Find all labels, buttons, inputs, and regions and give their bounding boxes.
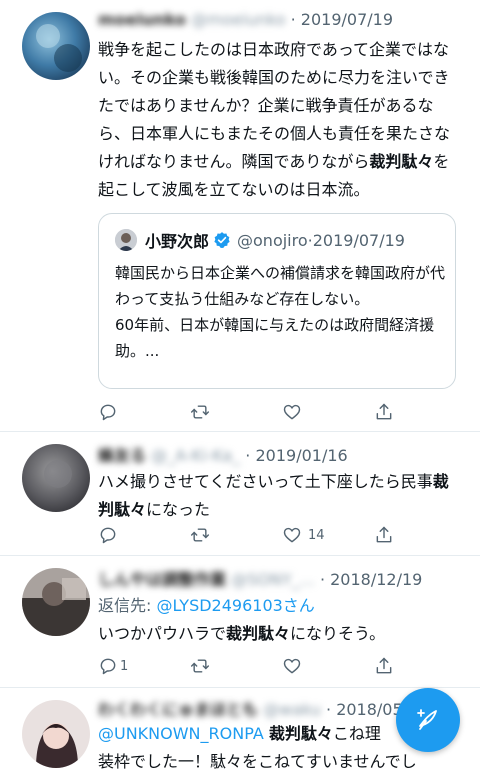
highlight-term: 裁判駄々: [369, 152, 434, 171]
tweet-date[interactable]: 2019/01/16: [255, 446, 347, 465]
tweet-header: moeiunko @moeiunko · 2019/07/19: [98, 10, 393, 29]
like-button[interactable]: [282, 654, 308, 678]
highlight-term: 裁判駄々: [268, 724, 333, 743]
tweet-header: わくわくにゅまほとも @waku · 2018/05/1: [98, 696, 418, 720]
retweet-icon: [190, 528, 210, 542]
like-icon: [283, 658, 301, 674]
like-icon: [283, 404, 301, 420]
avatar[interactable]: [22, 444, 90, 512]
tweet[interactable]: moeiunko @moeiunko · 2019/07/19 戦争を起こしたの…: [0, 0, 480, 432]
tweet-header: しんやは調整作業 @SONY_... · 2018/12/19: [98, 566, 422, 590]
tweet-text: ハメ撮りさせてくださいって土下座したら民事裁判駄々になった: [98, 472, 449, 519]
reply-button[interactable]: [98, 400, 124, 424]
reply-button[interactable]: [98, 523, 124, 547]
quoted-tweet-text: 韓国民から日本企業への補償請求を韓国政府が代わって支払う仕組みなど存在しない。 …: [115, 264, 446, 360]
share-icon: [376, 526, 392, 543]
reply-to-line: 返信先: @LYSD2496103さん: [98, 596, 315, 615]
retweet-button[interactable]: [190, 654, 216, 678]
tweet-header: 蜂友る @_A-Ki-Ka_ · 2019/01/16: [98, 442, 348, 466]
share-button[interactable]: [374, 523, 394, 547]
retweet-icon: [190, 659, 210, 673]
tweet-text: 戦争を起こしたのは日本政府であって企業ではない。その企業も戦後韓国のために尽力を…: [98, 40, 451, 199]
like-button[interactable]: [282, 400, 308, 424]
author-name-blurred[interactable]: 蜂友る @_A-Ki-Ka_: [98, 442, 240, 466]
tweet-date[interactable]: 2019/07/19: [301, 10, 393, 29]
retweet-button[interactable]: [190, 400, 216, 424]
verified-badge-icon: [214, 232, 230, 248]
share-icon: [376, 657, 392, 674]
tweet-actions: [98, 400, 398, 424]
tweet-text: いつかパウハラで裁判駄々になりそう。: [98, 624, 386, 643]
reply-count: 1: [120, 658, 129, 674]
reply-button[interactable]: 1: [98, 654, 128, 678]
tweet-actions: 14: [98, 523, 398, 547]
quoted-avatar: [115, 229, 137, 251]
quoted-author-name: 小野次郎: [145, 232, 210, 251]
reply-icon: [100, 658, 116, 675]
share-button[interactable]: [374, 654, 394, 678]
tweet-date[interactable]: 2018/12/19: [330, 570, 422, 589]
like-icon: [283, 527, 301, 543]
reply-icon: [100, 527, 116, 544]
quoted-date: 2019/07/19: [312, 230, 405, 250]
tweet-actions: 1: [98, 654, 398, 678]
reply-icon: [100, 404, 116, 421]
retweet-icon: [190, 405, 210, 419]
quoted-tweet[interactable]: 小野次郎 @onojiro · 2019/07/19 韓国民から日本企業への補償…: [98, 213, 456, 389]
avatar[interactable]: [22, 12, 90, 80]
like-count: 14: [308, 527, 325, 543]
reply-target-link[interactable]: @LYSD2496103さん: [157, 596, 315, 615]
author-name-blurred[interactable]: わくわくにゅまほとも @waku: [98, 696, 321, 720]
quoted-tweet-header: 小野次郎 @onojiro · 2019/07/19: [115, 228, 405, 252]
like-button[interactable]: 14: [282, 523, 325, 547]
author-name-blurred[interactable]: しんやは調整作業 @SONY_...: [98, 566, 315, 590]
tweet[interactable]: しんやは調整作業 @SONY_... · 2018/12/19 返信先: @LY…: [0, 556, 480, 688]
share-icon: [376, 403, 392, 420]
highlight-term: 裁判駄々: [226, 624, 291, 643]
avatar[interactable]: [22, 700, 90, 768]
retweet-button[interactable]: [190, 523, 216, 547]
compose-tweet-button[interactable]: [396, 688, 460, 752]
compose-tweet-icon: [417, 709, 437, 730]
tweet[interactable]: 蜂友る @_A-Ki-Ka_ · 2019/01/16 ハメ撮りさせてくださいっ…: [0, 432, 480, 556]
mention-link[interactable]: @UNKNOWN_RONPA: [98, 724, 264, 743]
author-name-blurred[interactable]: moeiunko @moeiunko: [98, 10, 286, 29]
avatar[interactable]: [22, 568, 90, 636]
share-button[interactable]: [374, 400, 394, 424]
quoted-author-handle: @onojiro: [237, 230, 308, 250]
